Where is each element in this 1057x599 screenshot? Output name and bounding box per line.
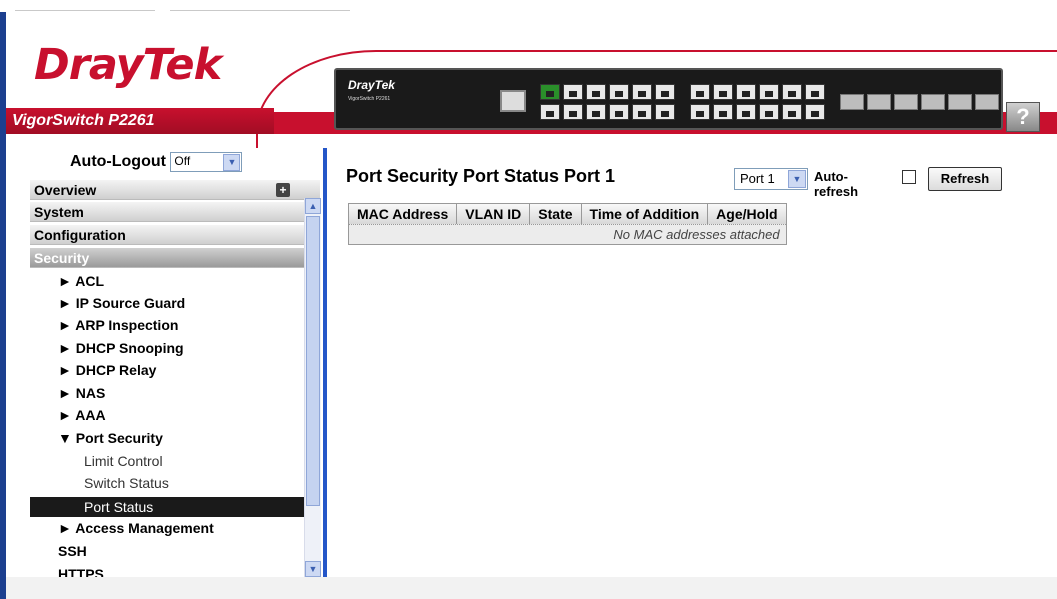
menu-item-https[interactable]: HTTPS xyxy=(58,566,104,577)
menu-item-access-management[interactable]: ► Access Management xyxy=(58,520,214,536)
port-status-table: MAC Address VLAN ID State Time of Additi… xyxy=(348,203,787,245)
port-icon[interactable] xyxy=(690,84,710,100)
port-icon[interactable] xyxy=(713,104,733,120)
port-icon[interactable] xyxy=(690,104,710,120)
menu-security-label: Security xyxy=(34,250,90,266)
port-icon[interactable] xyxy=(586,84,606,100)
menu-sub-switch-status[interactable]: Switch Status xyxy=(84,475,169,491)
port-icon[interactable] xyxy=(736,104,756,120)
auto-refresh-checkbox[interactable] xyxy=(902,170,916,184)
menu-sub-port-status[interactable]: Port Status xyxy=(30,497,304,517)
column-header: VLAN ID xyxy=(457,204,531,224)
draytek-logo: DrayTek xyxy=(34,40,223,90)
auto-logout: Auto-Logout Off ▼ xyxy=(70,152,243,172)
tab-line xyxy=(170,10,350,11)
sfp-port-icon[interactable] xyxy=(894,94,918,110)
scroll-down-icon[interactable]: ▼ xyxy=(305,561,321,577)
menu-item-port-security[interactable]: ▼ Port Security xyxy=(58,430,163,446)
sidebar: Auto-Logout Off ▼ Overview + System Conf… xyxy=(30,148,320,577)
menu-sub-limit-control[interactable]: Limit Control xyxy=(84,453,163,469)
header: DrayTek VigorSwitch P2261 DrayTek VigorS… xyxy=(6,20,1057,152)
port-icon[interactable] xyxy=(609,84,629,100)
model-bar: VigorSwitch P2261 xyxy=(6,108,274,134)
port-icon[interactable] xyxy=(736,84,756,100)
port-icon[interactable] xyxy=(586,104,606,120)
frame-divider[interactable] xyxy=(323,148,327,577)
scroll-thumb[interactable] xyxy=(306,216,320,506)
port-icon[interactable] xyxy=(632,104,652,120)
model-name: VigorSwitch P2261 xyxy=(12,112,155,129)
logo-tek: Tek xyxy=(142,40,223,90)
port-icon[interactable] xyxy=(655,104,675,120)
menu-item-acl[interactable]: ► ACL xyxy=(58,273,104,289)
port-icon[interactable] xyxy=(563,104,583,120)
port-group-2b xyxy=(690,104,825,120)
port-group-1 xyxy=(540,84,675,100)
port-icon[interactable] xyxy=(655,84,675,100)
auto-refresh-label: Auto-refresh xyxy=(814,169,859,199)
menu-item-arp-inspection[interactable]: ► ARP Inspection xyxy=(58,317,178,333)
chevron-down-icon[interactable]: ▼ xyxy=(788,170,806,188)
sidebar-scrollbar[interactable]: ▲ ▼ xyxy=(304,198,321,577)
menu-overview-label: Overview xyxy=(34,182,97,198)
chevron-down-icon[interactable]: ▼ xyxy=(223,154,241,171)
device-model: VigorSwitch P2261 xyxy=(348,96,391,102)
column-header: State xyxy=(530,204,582,224)
port-group-1b xyxy=(540,104,675,120)
port-icon[interactable] xyxy=(782,84,802,100)
menu-system-label: System xyxy=(34,204,84,220)
console-port-icon xyxy=(500,90,526,112)
menu-configuration-label: Configuration xyxy=(34,227,126,243)
table-header: MAC Address VLAN ID State Time of Additi… xyxy=(349,204,786,224)
menu-system[interactable]: System xyxy=(30,202,320,222)
logo-dray: Dray xyxy=(34,40,144,90)
sfp-port-icon[interactable] xyxy=(867,94,891,110)
port-select-value: Port 1 xyxy=(740,171,775,186)
port-icon[interactable] xyxy=(759,84,779,100)
device-panel-image: DrayTek VigorSwitch P2261 xyxy=(334,68,1003,130)
sfp-port-icon[interactable] xyxy=(921,94,945,110)
port-icon[interactable] xyxy=(632,84,652,100)
column-header: Time of Addition xyxy=(582,204,709,224)
tab-line xyxy=(15,10,155,11)
auto-logout-label: Auto-Logout xyxy=(70,153,166,171)
page-title: Port Security Port Status Port 1 xyxy=(346,166,616,186)
menu-item-ip-source-guard[interactable]: ► IP Source Guard xyxy=(58,295,185,311)
menu-item-dhcp-snooping[interactable]: ► DHCP Snooping xyxy=(58,340,184,356)
port-icon[interactable] xyxy=(563,84,583,100)
port-icon[interactable] xyxy=(805,84,825,100)
menu-item-ssh[interactable]: SSH xyxy=(58,543,87,559)
refresh-button[interactable]: Refresh xyxy=(928,167,1002,191)
top-border xyxy=(0,0,1057,12)
port-icon[interactable] xyxy=(540,104,560,120)
auto-logout-value: Off xyxy=(174,154,191,168)
empty-table-message: No MAC addresses attached xyxy=(349,224,786,244)
port-group-2 xyxy=(690,84,825,100)
sfp-group xyxy=(840,94,999,110)
menu-configuration[interactable]: Configuration xyxy=(30,225,320,245)
help-button[interactable]: ? xyxy=(1006,102,1040,132)
menu-item-nas[interactable]: ► NAS xyxy=(58,385,105,401)
device-brand: DrayTek xyxy=(348,78,395,92)
menu-item-dhcp-relay[interactable]: ► DHCP Relay xyxy=(58,362,156,378)
port-icon[interactable] xyxy=(805,104,825,120)
sfp-port-icon[interactable] xyxy=(948,94,972,110)
status-strip xyxy=(6,577,1057,599)
port-icon[interactable] xyxy=(540,84,560,100)
sfp-port-icon[interactable] xyxy=(840,94,864,110)
port-icon[interactable] xyxy=(759,104,779,120)
expand-plus-icon[interactable]: + xyxy=(276,183,290,197)
port-icon[interactable] xyxy=(609,104,629,120)
port-select[interactable]: Port 1 ▼ xyxy=(734,168,808,190)
menu-item-aaa[interactable]: ► AAA xyxy=(58,407,106,423)
port-icon[interactable] xyxy=(782,104,802,120)
scroll-up-icon[interactable]: ▲ xyxy=(305,198,321,214)
sfp-port-icon[interactable] xyxy=(975,94,999,110)
column-header: MAC Address xyxy=(349,204,458,224)
menu-overview[interactable]: Overview + xyxy=(30,180,320,200)
port-icon[interactable] xyxy=(713,84,733,100)
auto-logout-select[interactable]: Off ▼ xyxy=(170,152,243,172)
column-header: Age/Hold xyxy=(716,206,778,222)
menu-security[interactable]: Security xyxy=(30,248,320,268)
